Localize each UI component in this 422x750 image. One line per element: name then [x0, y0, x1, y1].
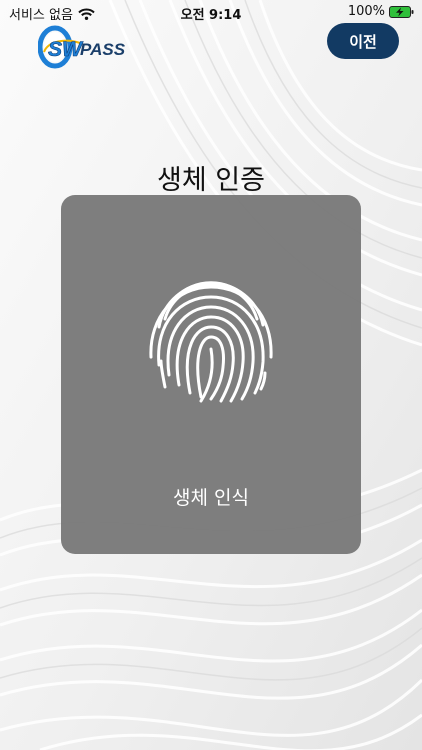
svg-text:SW: SW — [48, 38, 84, 61]
biometric-auth-card[interactable]: 생체 인식 — [61, 195, 361, 554]
app-header: SW PASS 이전 — [0, 22, 422, 72]
status-bar: 서비스 없음 오전 9:14 100% — [0, 0, 422, 24]
biometric-label: 생체 인식 — [173, 487, 249, 509]
battery-charging-icon — [389, 5, 414, 18]
back-button[interactable]: 이전 — [327, 23, 399, 59]
svg-text:PASS: PASS — [80, 40, 126, 59]
battery-status: 100% — [348, 4, 414, 19]
swpass-logo: SW PASS — [38, 25, 126, 69]
battery-percent: 100% — [347, 4, 385, 19]
page-title: 생체 인증 — [157, 165, 265, 196]
fingerprint-icon — [149, 281, 273, 403]
